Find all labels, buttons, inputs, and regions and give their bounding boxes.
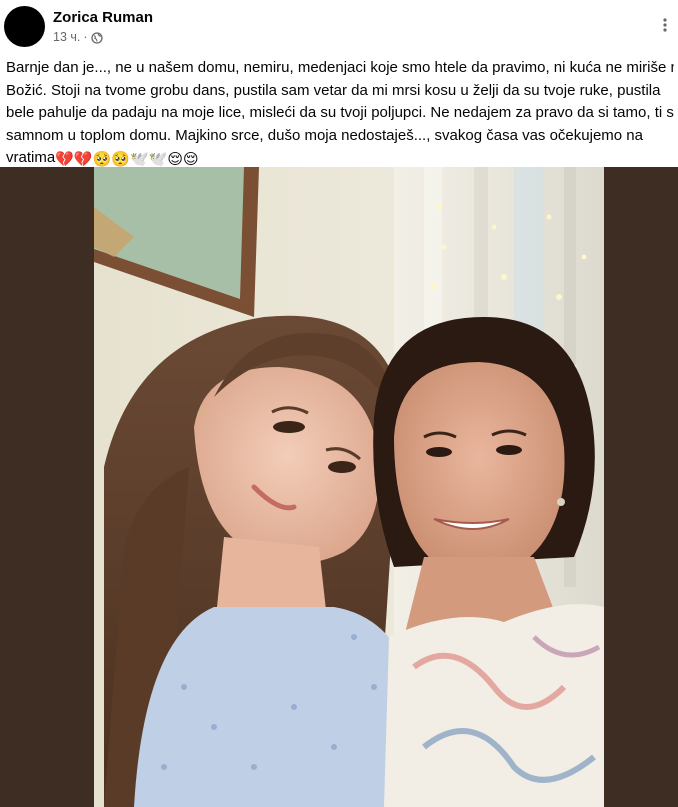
author-name[interactable]: Zorica Ruman (53, 9, 153, 27)
post-photo-container[interactable] (0, 167, 678, 807)
post-text-line: Barnje dan je..., ne u našem domu, nemir… (6, 59, 674, 76)
post-photo[interactable] (94, 167, 604, 807)
post-text-line: bele pahulje da padaju na moje lice, mis… (6, 104, 674, 121)
globe-icon[interactable] (90, 31, 103, 44)
post-meta: 13 ч. · (53, 30, 103, 45)
post-text-line: vratima (6, 149, 56, 166)
post-message: Barnje dan je..., ne u našem domu, nemir… (6, 57, 674, 170)
post-timestamp[interactable]: 13 ч. (53, 30, 80, 45)
post-text-line: Božić. Stoji na tvome grobu dans, pustil… (6, 81, 661, 99)
post-text-line: samnom u toplom domu. Majkino srce, dušo… (6, 126, 643, 144)
post-header: Zorica Ruman 13 ч. · (0, 0, 678, 52)
meta-separator: · (83, 30, 88, 44)
more-options-button[interactable] (654, 12, 676, 38)
avatar[interactable] (4, 6, 45, 47)
facebook-post: Zorica Ruman 13 ч. · Barnje dan je..., n… (0, 0, 678, 807)
selfie-photo-illustration (94, 167, 604, 807)
more-vertical-icon (663, 18, 667, 32)
